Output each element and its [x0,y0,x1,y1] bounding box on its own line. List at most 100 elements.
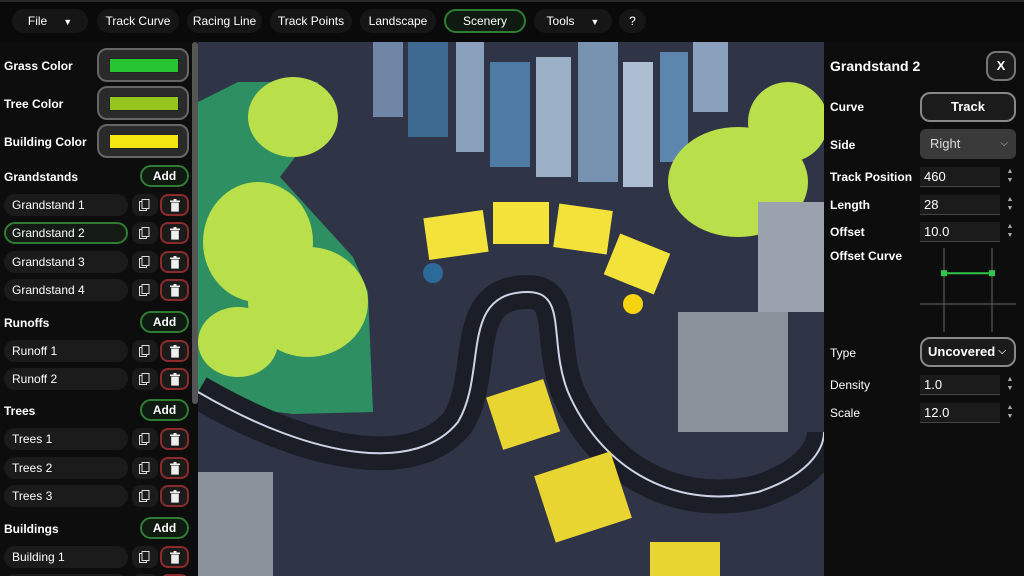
list-item-label[interactable]: Grandstand 1 [4,194,128,216]
copy-icon[interactable] [132,456,158,479]
list-item: Grandstand 1 [4,194,192,216]
list-item: Trees 2 [4,456,192,479]
side-label: Side [830,138,856,152]
length-stepper[interactable]: ▲ ▼ [1004,195,1016,215]
offset-label: Offset [830,225,865,239]
curve-control-point-end[interactable] [989,270,995,277]
offset-stepper[interactable]: ▲ ▼ [1004,222,1016,242]
trash-icon[interactable] [160,222,189,245]
list-item: Grandstand 3 [4,250,192,273]
grass-color-row: Grass Color [0,48,192,84]
copy-icon[interactable] [132,279,158,302]
menu-help[interactable]: ? [619,9,646,33]
3d-viewport[interactable] [198,42,824,576]
menu-scenery[interactable]: Scenery [444,9,526,33]
copy-icon[interactable] [132,339,158,362]
trash-icon[interactable] [160,339,189,362]
add-grandstands-button[interactable]: Add [140,165,189,187]
offset-input[interactable]: 10.0 [920,222,1000,242]
chevron-down-icon: ⌵ [1000,138,1008,149]
tree-color-row: Tree Color [0,86,192,122]
trash-icon[interactable] [160,545,189,568]
add-trees-button[interactable]: Add [140,399,189,422]
curve-track-button[interactable]: Track [920,92,1016,122]
curve-control-point-start[interactable] [941,270,947,277]
top-divider [0,0,1024,2]
list-item-label[interactable]: Building 1 [4,545,128,568]
chevron-down-icon: ⌵ [998,346,1006,357]
copy-icon[interactable] [132,250,158,273]
scale-label: Scale [830,406,861,420]
copy-icon[interactable] [132,428,158,451]
copy-icon[interactable] [132,368,158,390]
copy-icon[interactable] [132,545,158,568]
track-marker-blue[interactable] [423,263,443,283]
trash-icon[interactable] [160,428,189,451]
section-title-trees: Trees [4,404,36,419]
list-item: Trees 1 [4,428,192,451]
type-label: Type [830,346,857,360]
menu-tools[interactable]: Tools ▼ [534,9,612,33]
scene-render [198,42,824,576]
side-value: Right [930,136,961,151]
scale-input[interactable]: 12.0 [920,403,1000,423]
track-position-input[interactable]: 460 [920,167,1000,187]
copy-icon[interactable] [132,222,158,245]
list-item-label[interactable]: Trees 1 [4,428,128,451]
length-input[interactable]: 28 [920,195,1000,215]
list-item-label[interactable]: Grandstand 3 [4,250,128,273]
add-runoffs-button[interactable]: Add [140,310,189,333]
list-item-label[interactable]: Runoff 1 [4,339,128,362]
close-button[interactable]: X [986,51,1016,81]
building-color-picker[interactable] [97,124,189,158]
trash-icon[interactable] [160,456,189,479]
density-stepper[interactable]: ▲ ▼ [1004,375,1016,395]
trash-icon[interactable] [160,194,189,216]
grass-color-picker[interactable] [97,48,189,82]
tree-color-swatch [109,96,179,111]
list-item-label[interactable]: Trees 2 [4,456,128,479]
list-item-label[interactable]: Trees 3 [4,485,128,508]
copy-icon[interactable] [132,485,158,508]
section-title-grandstands: Grandstands [4,170,79,184]
curve-label: Curve [830,100,865,114]
list-item-label[interactable]: Runoff 2 [4,368,128,390]
menu-file[interactable]: File ▼ [12,9,88,33]
list-item-label[interactable]: Grandstand 4 [4,279,128,302]
grass-color-label: Grass Color [4,59,73,73]
trash-icon[interactable] [160,485,189,508]
track-marker-yellow[interactable] [623,294,643,314]
offset-curve-label: Offset Curve [830,249,903,263]
properties-panel: Grandstand 2 X Curve Track Side Right ⌵ T… [824,42,1024,576]
menu-track-curve[interactable]: Track Curve [97,9,179,33]
list-item: Grandstand 2 [4,222,192,245]
type-select[interactable]: Uncovered ⌵ [920,337,1016,367]
menu-landscape[interactable]: Landscape [360,9,436,33]
density-input[interactable]: 1.0 [920,375,1000,395]
menu-bar: File ▼ Track Curve Racing Line Track Poin… [0,0,1024,42]
trash-icon[interactable] [160,279,189,302]
panel-title: Grandstand 2 [830,58,921,74]
copy-icon[interactable] [132,194,158,216]
building-color-label: Building Color [4,135,87,149]
chevron-down-icon: ▼ [63,17,73,27]
tree-color-label: Tree Color [4,97,64,111]
trash-icon[interactable] [160,250,189,273]
menu-track-points[interactable]: Track Points [270,9,352,33]
track-position-stepper[interactable]: ▲ ▼ [1004,167,1016,187]
type-value: Uncovered [928,344,996,359]
side-select[interactable]: Right ⌵ [920,129,1016,159]
tree-color-picker[interactable] [97,86,189,120]
list-item: Grandstand 4 [4,279,192,302]
list-item-label[interactable]: Grandstand 2 [4,222,128,245]
section-title-runoffs: Runoffs [4,315,50,330]
list-item: Building 1 [4,545,192,568]
track-position-label: Track Position [830,170,913,184]
building-color-row: Building Color [0,124,192,160]
add-buildings-button[interactable]: Add [140,516,189,539]
building-color-swatch [109,134,179,149]
scale-stepper[interactable]: ▲ ▼ [1004,403,1016,423]
offset-curve-editor[interactable] [920,248,1016,332]
menu-racing-line[interactable]: Racing Line [187,9,262,33]
trash-icon[interactable] [160,368,189,390]
